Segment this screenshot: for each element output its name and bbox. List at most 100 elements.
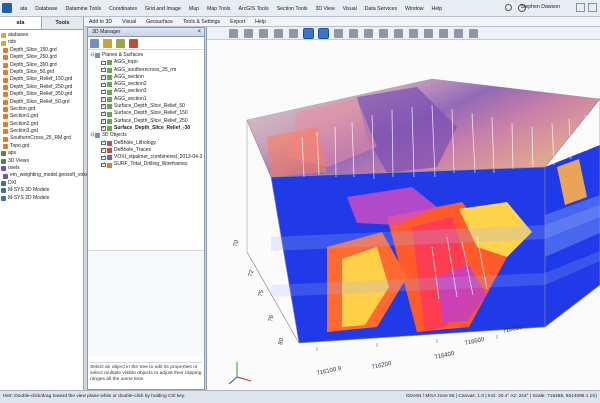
ribbon-menu-item[interactable]: Help bbox=[250, 19, 271, 25]
menu-item[interactable]: Data Services bbox=[361, 6, 401, 12]
resize-grip-icon[interactable] bbox=[594, 397, 600, 403]
visibility-checkbox[interactable] bbox=[101, 147, 106, 153]
search-icon[interactable] bbox=[505, 4, 512, 11]
tab-data[interactable]: ata bbox=[0, 17, 42, 29]
menu-item[interactable]: ArcGIS Tools bbox=[235, 6, 273, 12]
manager-tree-item[interactable]: ⊟ 3D Objects bbox=[88, 132, 204, 139]
clip-icon[interactable] bbox=[334, 28, 343, 38]
manager-tree-item[interactable]: AGG_topo bbox=[88, 59, 204, 66]
menu-item[interactable]: Map bbox=[185, 6, 203, 12]
legend-icon[interactable] bbox=[409, 28, 418, 38]
explorer-item[interactable]: Depth_Slice_250.grd bbox=[1, 54, 83, 61]
explorer-item[interactable]: Section.grd bbox=[1, 106, 83, 113]
visibility-checkbox[interactable] bbox=[101, 74, 106, 80]
explorer-item[interactable]: Depth_Slice_Relief_150.grd bbox=[1, 76, 83, 83]
manager-tree-item[interactable]: Surface_Depth_Slice_Relief_50 bbox=[88, 103, 204, 110]
scale-icon[interactable] bbox=[424, 28, 433, 38]
explorer-item[interactable]: Topo.grd bbox=[1, 143, 83, 150]
visibility-checkbox[interactable] bbox=[101, 96, 106, 102]
explorer-item[interactable]: SouthernCross_25_RM.grd bbox=[1, 135, 83, 142]
menu-item[interactable]: Database bbox=[31, 6, 61, 12]
zoom-icon[interactable] bbox=[259, 28, 268, 38]
manager-tree-item[interactable]: Surface_Depth_Slice_Relief_250 bbox=[88, 118, 204, 125]
camera-icon[interactable] bbox=[303, 27, 314, 39]
menu-item[interactable]: ata bbox=[16, 6, 31, 12]
folder-icon[interactable] bbox=[103, 38, 112, 48]
explorer-item[interactable]: Depth_Slice_50.grd bbox=[1, 69, 83, 76]
explorer-item[interactable]: rids bbox=[1, 39, 83, 46]
close-icon[interactable]: × bbox=[197, 28, 201, 37]
visibility-checkbox[interactable] bbox=[101, 110, 106, 117]
visibility-checkbox[interactable] bbox=[101, 161, 106, 168]
add-icon[interactable] bbox=[116, 38, 125, 48]
visibility-checkbox[interactable] bbox=[101, 140, 106, 146]
manager-tree-item[interactable]: ⊟ Planes & Surfaces bbox=[88, 52, 204, 59]
explorer-item[interactable]: Depth_Slice_Relief_250.grd bbox=[1, 84, 83, 91]
3d-viewport[interactable]: 716100.9 716200 716400 716600 716800 70 … bbox=[206, 27, 600, 390]
point-icon[interactable] bbox=[379, 28, 388, 38]
menu-item[interactable]: Grid and Image bbox=[141, 6, 185, 12]
manager-tree-item[interactable]: DeBhole_Traces bbox=[88, 147, 204, 154]
explorer-item[interactable]: em_weighting_model.geosoft_voxel bbox=[1, 172, 90, 179]
home-view-icon[interactable] bbox=[289, 28, 298, 38]
minimize-button[interactable] bbox=[576, 3, 585, 12]
explorer-item[interactable]: M-SYS 3D Models bbox=[1, 187, 83, 194]
manager-tree-item[interactable]: AGG_section2 bbox=[88, 81, 204, 88]
grid-icon[interactable] bbox=[394, 28, 403, 38]
menu-item[interactable]: Section Tools bbox=[273, 6, 312, 12]
manager-tree-item[interactable]: AGG_section1 bbox=[88, 96, 204, 103]
tab-tools[interactable]: Tools bbox=[42, 17, 83, 29]
delete-icon[interactable] bbox=[129, 38, 138, 48]
explorer-item[interactable]: Depth_Slice_150.grd bbox=[1, 47, 83, 54]
rotate-icon[interactable] bbox=[229, 28, 238, 38]
snapshot-icon[interactable] bbox=[439, 28, 448, 38]
manager-tree-item[interactable]: Surface_Depth_Slice_Relief_-30 bbox=[88, 125, 204, 132]
manager-tree-item[interactable]: VOXI_vtpalmer_combinered_2013-04-2 bbox=[88, 154, 204, 161]
menu-item[interactable]: Coordinates bbox=[105, 6, 141, 12]
ribbon-menu-item[interactable]: Add to 3D bbox=[84, 19, 117, 25]
visibility-checkbox[interactable] bbox=[101, 81, 106, 88]
manager-tree-item[interactable]: SURF_Total_Drilling_Wireframes bbox=[88, 161, 204, 168]
visibility-checkbox[interactable] bbox=[101, 118, 106, 124]
visibility-checkbox[interactable] bbox=[101, 67, 106, 73]
explorer-item[interactable]: DXI bbox=[1, 180, 83, 187]
measure-icon[interactable] bbox=[364, 28, 373, 38]
ribbon-menu-item[interactable]: Visual bbox=[117, 19, 141, 25]
explorer-item[interactable]: Section2.grd bbox=[1, 121, 83, 128]
manager-tree-item[interactable]: Surface_Depth_Slice_Relief_150 bbox=[88, 110, 204, 117]
explorer-item[interactable]: aps bbox=[1, 150, 83, 157]
explorer-item[interactable]: oxels bbox=[1, 165, 83, 172]
ribbon-menu-item[interactable]: Geosurface bbox=[141, 19, 178, 25]
ribbon-menu-item[interactable]: Export bbox=[225, 19, 250, 25]
menu-item[interactable]: Help bbox=[428, 6, 447, 12]
manager-tree-item[interactable]: AGG_section bbox=[88, 74, 204, 81]
new-icon[interactable] bbox=[90, 38, 99, 48]
manager-tree-item[interactable]: DeBhole_Lithology bbox=[88, 140, 204, 147]
explorer-item[interactable]: Depth_Slice_Relief_50.grd bbox=[1, 99, 83, 106]
visibility-checkbox[interactable] bbox=[101, 125, 106, 132]
zoom-extent-icon[interactable] bbox=[274, 28, 283, 38]
visibility-checkbox[interactable] bbox=[101, 89, 106, 95]
menu-item[interactable]: 3D View bbox=[311, 6, 338, 12]
explorer-item[interactable]: M-SYS 2D Models bbox=[1, 195, 83, 202]
explorer-item[interactable]: 3D Views bbox=[1, 158, 83, 165]
menu-item[interactable]: Map Tools bbox=[203, 6, 235, 12]
pan-icon[interactable] bbox=[244, 28, 253, 38]
explorer-item[interactable]: atabases bbox=[1, 32, 83, 39]
3d-scene[interactable]: 716100.9 716200 716400 716600 716800 70 … bbox=[207, 27, 600, 390]
visibility-checkbox[interactable] bbox=[101, 154, 106, 161]
maximize-button[interactable] bbox=[588, 3, 597, 12]
select-icon[interactable] bbox=[349, 28, 358, 38]
manager-tree-item[interactable]: AGG_section3 bbox=[88, 88, 204, 95]
settings-icon[interactable] bbox=[469, 28, 478, 38]
visibility-checkbox[interactable] bbox=[101, 103, 106, 110]
visibility-checkbox[interactable] bbox=[101, 60, 106, 66]
explorer-item[interactable]: Depth_Slice_350.grd bbox=[1, 62, 83, 69]
light-icon[interactable] bbox=[318, 27, 329, 39]
explorer-item[interactable]: Section1.grd bbox=[1, 113, 83, 120]
menu-item[interactable]: Visual bbox=[339, 6, 361, 12]
explorer-item[interactable]: Depth_Slice_Relief_350.grd bbox=[1, 91, 83, 98]
manager-tree-item[interactable]: AGG_southerncross_25_rm bbox=[88, 67, 204, 74]
menu-item[interactable]: Datamine Tools bbox=[61, 6, 105, 12]
ribbon-menu-item[interactable]: Tools & Settings bbox=[178, 19, 225, 25]
